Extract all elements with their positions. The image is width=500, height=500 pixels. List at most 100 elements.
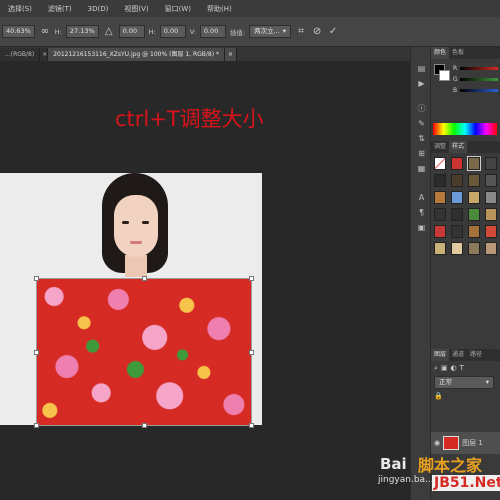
style-swatch[interactable]	[434, 174, 446, 187]
swatch-icon[interactable]: ▦	[411, 161, 432, 176]
spectrum-bar[interactable]	[433, 123, 497, 135]
style-swatch[interactable]	[468, 191, 480, 204]
angle-field[interactable]: 0.00	[118, 25, 145, 38]
document-tab-previous[interactable]: ...(RGB/8)	[0, 48, 41, 61]
style-swatch[interactable]	[451, 157, 463, 170]
actions-icon[interactable]: ▶	[411, 76, 432, 91]
style-swatch[interactable]	[468, 225, 480, 238]
mouth	[130, 241, 142, 244]
style-swatch[interactable]	[468, 242, 480, 255]
close-icon[interactable]: ×	[225, 48, 238, 61]
style-swatch[interactable]	[485, 225, 497, 238]
lock-row: 🔒	[431, 389, 500, 403]
style-swatch[interactable]	[451, 191, 463, 204]
right-eye	[142, 221, 149, 224]
style-swatch[interactable]	[434, 157, 446, 170]
blend-mode-row: 正常 ▾	[431, 375, 500, 389]
style-swatch[interactable]	[468, 208, 480, 221]
style-swatch[interactable]	[451, 208, 463, 221]
style-swatch[interactable]	[451, 225, 463, 238]
b-track[interactable]	[460, 89, 498, 92]
interpolation-select[interactable]: 两次立... ▾	[249, 25, 292, 38]
background-color[interactable]	[439, 70, 450, 81]
blend-mode-select[interactable]: 正常 ▾	[434, 375, 494, 389]
transform-handle-left[interactable]	[34, 350, 39, 355]
layer-filter-row: ⌕ ▣ ◐ T	[431, 361, 500, 375]
r-track[interactable]	[460, 67, 498, 70]
layer-item[interactable]: ◉ 图层 1	[431, 432, 500, 454]
clone-icon[interactable]: ⊞	[411, 146, 432, 161]
vskew-field[interactable]: 0.00	[199, 25, 226, 38]
menu-help[interactable]: 帮助(H)	[199, 4, 240, 14]
neck	[125, 255, 147, 277]
zoom-field[interactable]: 40.63%	[2, 25, 35, 38]
menu-window[interactable]: 窗口(W)	[157, 4, 199, 14]
style-swatch[interactable]	[434, 208, 446, 221]
vskew-label: V:	[189, 27, 196, 36]
site-watermark: 脚本之家	[418, 456, 483, 475]
style-swatch[interactable]	[434, 225, 446, 238]
link-icon[interactable]: ∞	[39, 26, 51, 38]
style-swatch[interactable]	[485, 174, 497, 187]
canvas-area[interactable]: ctrl+T调整大小	[0, 61, 410, 500]
cancel-transform-icon[interactable]: ⊘	[311, 26, 323, 38]
close-icon[interactable]: ×	[40, 48, 49, 61]
style-swatch[interactable]	[468, 174, 480, 187]
style-swatch[interactable]	[485, 191, 497, 204]
paragraph-icon[interactable]: ¶	[411, 205, 432, 220]
style-swatch[interactable]	[451, 174, 463, 187]
tab-layers[interactable]: 图层	[431, 349, 450, 361]
blend-mode-value: 正常	[439, 377, 452, 386]
transform-handle-bottom-left[interactable]	[34, 423, 39, 428]
tab-styles[interactable]: 样式	[449, 141, 468, 153]
style-swatch[interactable]	[485, 157, 497, 170]
warp-icon[interactable]: ⌗	[295, 26, 307, 38]
style-swatch[interactable]	[434, 191, 446, 204]
brush-preset-icon[interactable]: ✎	[411, 116, 432, 131]
adjust-icon[interactable]: ⇅	[411, 131, 432, 146]
tab-color[interactable]: 颜色	[431, 47, 450, 59]
fabric-layer[interactable]	[36, 278, 252, 426]
menu-filter[interactable]: 滤镜(T)	[40, 4, 80, 14]
tab-swatches[interactable]: 色板	[449, 47, 467, 59]
menu-select[interactable]: 选择(S)	[0, 4, 40, 14]
menu-bar: 选择(S) 滤镜(T) 3D(D) 视图(V) 窗口(W) 帮助(H)	[0, 0, 500, 17]
transform-handle-right[interactable]	[249, 350, 254, 355]
transform-handle-top-left[interactable]	[34, 276, 39, 281]
tab-channels[interactable]: 通道	[449, 349, 467, 361]
slider-b[interactable]: B	[431, 85, 500, 96]
transform-handle-bottom-right[interactable]	[249, 423, 254, 428]
style-panel-tabs: 调整 样式	[431, 141, 500, 153]
history-icon[interactable]: ▤	[411, 61, 432, 76]
baidu-watermark: Bai	[380, 455, 407, 473]
style-swatch[interactable]	[485, 242, 497, 255]
transform-handle-top-right[interactable]	[249, 276, 254, 281]
style-swatch[interactable]	[434, 242, 446, 255]
transform-handle-bottom[interactable]	[142, 423, 147, 428]
type-filter-icon[interactable]: T	[460, 364, 464, 372]
commit-transform-icon[interactable]: ✓	[327, 26, 339, 38]
adjust-filter-icon[interactable]: ◐	[451, 364, 457, 372]
visibility-icon[interactable]: ◉	[434, 439, 440, 447]
left-eye	[122, 221, 129, 224]
g-track[interactable]	[460, 78, 498, 81]
menu-view[interactable]: 视图(V)	[116, 4, 156, 14]
tab-adjustments[interactable]: 调整	[431, 141, 449, 153]
tab-paths[interactable]: 路径	[467, 349, 485, 361]
hskew-field[interactable]: 0.00	[159, 25, 186, 38]
lock-icon[interactable]: 🔒	[434, 392, 443, 400]
style-swatch[interactable]	[467, 156, 481, 171]
style-swatch[interactable]	[451, 242, 463, 255]
menu-3d[interactable]: 3D(D)	[80, 5, 117, 13]
info-icon[interactable]: ⓘ	[411, 101, 432, 116]
style-swatch[interactable]	[485, 208, 497, 221]
filter-icon[interactable]: ⌕	[434, 364, 438, 373]
document-tab-active[interactable]: 20121216153116_XZsYU.jpg @ 100% (图层 1, R…	[48, 48, 226, 61]
character-icon[interactable]: A	[411, 190, 432, 205]
right-panels: 颜色 色板 R G B 调整 样式 图层 通道 路径 ⌕ ▣ ◐ T 正常 ▾ …	[431, 47, 500, 500]
height-field[interactable]: 27.13%	[65, 25, 99, 38]
image-filter-icon[interactable]: ▣	[441, 364, 448, 372]
layer-comps-icon[interactable]: ▣	[411, 220, 432, 235]
transform-handle-top[interactable]	[142, 276, 147, 281]
jb51-watermark: JB51.Net	[432, 475, 500, 491]
